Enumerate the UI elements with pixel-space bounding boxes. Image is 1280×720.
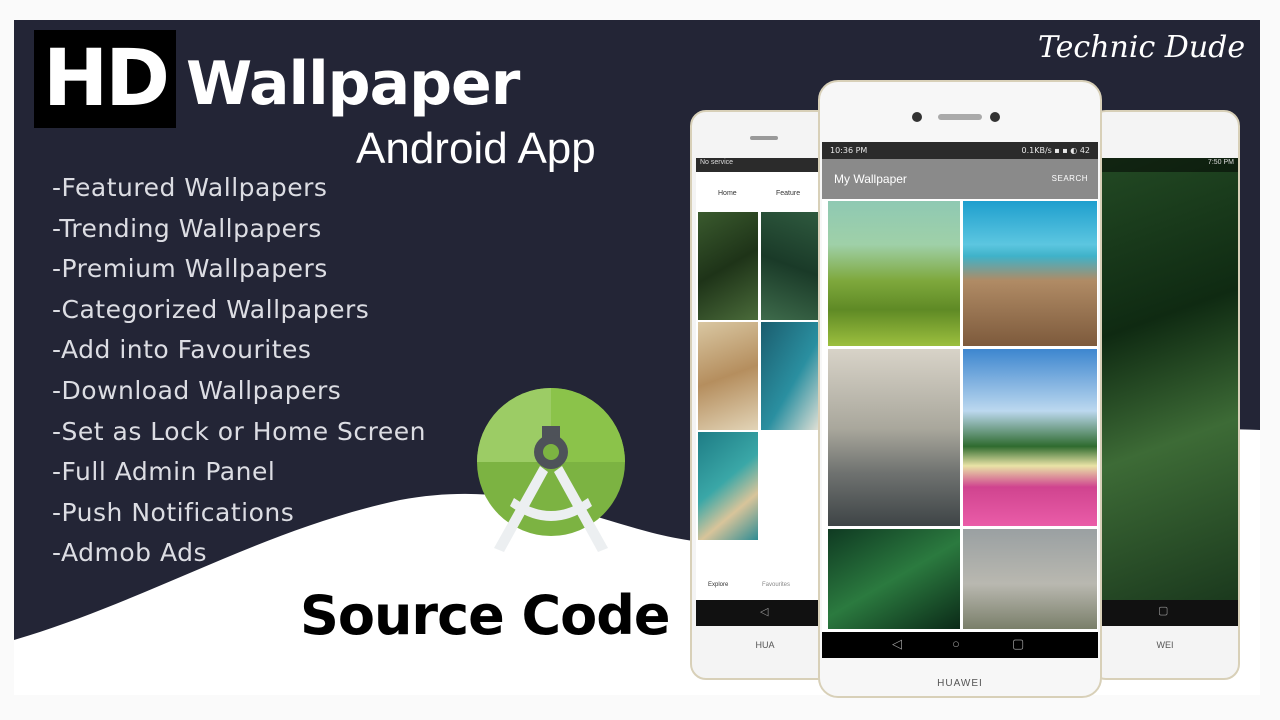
wallpaper-rice-terraces[interactable] [828,201,960,346]
wallpaper-thumb[interactable] [698,432,758,540]
recents-icon[interactable]: ▢ [1012,636,1024,652]
status-time: 7:50 PM [1207,159,1234,166]
camera-icon [912,112,922,122]
source-code-caption: Source Code [300,584,671,647]
phone-right: 7:50 PM ▢ WEI [1090,110,1240,680]
feature-item: -Admob Ads [52,538,208,568]
phone-brand: HUAWEI [937,678,983,689]
wallpaper-landscape[interactable] [963,529,1097,629]
wallpaper-monstera[interactable] [828,529,960,629]
android-studio-icon [477,388,625,552]
earpiece [938,114,982,120]
feature-item: -Set as Lock or Home Screen [52,416,427,446]
wallpaper-flower-field[interactable] [963,349,1097,526]
wallpaper-thumb[interactable] [698,322,758,430]
feature-item: -Full Admin Panel [52,457,276,487]
bottom-tab-favourites[interactable]: Favourites [762,582,790,588]
wallpaper-thumb[interactable] [698,212,758,320]
phone-brand: HUA [755,640,775,650]
feature-item: -Premium Wallpapers [52,254,328,284]
tab-feature[interactable]: Feature [776,190,800,197]
status-icons: 0.1KB/s ▪ ▪ ◐ 42 [1021,146,1091,155]
wallpaper-foggy-road[interactable] [828,349,960,526]
status-bar: No service [696,158,838,172]
nav-bar: ◁ ○ ▢ [822,632,1098,658]
bottom-tab-explore[interactable]: Explore [708,582,728,588]
tab-home[interactable]: Home [718,190,737,197]
search-button[interactable]: SEARCH [1052,159,1088,199]
status-text: No service [700,159,734,166]
earpiece [750,136,778,140]
app-title: My Wallpaper [834,172,907,186]
status-time: 10:36 PM [830,146,868,155]
feature-item: -Push Notifications [52,497,295,527]
phone-center-screen: 10:36 PM 0.1KB/s ▪ ▪ ◐ 42 My Wallpaper S… [822,142,1098,658]
hd-label: HD [42,34,170,124]
feature-item: -Add into Favourites [52,335,312,365]
status-bar: 7:50 PM [1098,158,1238,172]
nav-bar: ◁ [696,600,838,626]
phone-left-screen: No service Home Feature Explore Favourit… [696,158,838,626]
nav-bar: ▢ [1098,600,1238,626]
title-subtitle: Android App [356,124,596,173]
hd-badge: HD [34,30,176,128]
phone-center: 10:36 PM 0.1KB/s ▪ ▪ ◐ 42 My Wallpaper S… [818,80,1102,698]
channel-brand: Technic Dude [1038,30,1246,65]
wallpaper-thumb[interactable] [761,212,821,320]
feature-item: -Download Wallpapers [52,375,342,405]
status-bar: 10:36 PM 0.1KB/s ▪ ▪ ◐ 42 [822,142,1098,159]
banner: HD Wallpaper Android App Technic Dude -F… [0,0,1280,720]
home-icon[interactable]: ○ [952,636,960,651]
phone-right-screen: 7:50 PM ▢ [1098,158,1238,626]
back-icon[interactable]: ◁ [760,605,768,618]
feature-list: -Featured Wallpapers -Trending Wallpaper… [52,170,426,576]
feature-item: -Featured Wallpapers [52,173,328,202]
phone-brand: WEI [1156,640,1174,650]
wallpaper-pier[interactable] [963,201,1097,346]
back-icon[interactable]: ◁ [892,636,902,652]
app-bar: My Wallpaper SEARCH [822,159,1098,199]
sensor-icon [990,112,1000,122]
recents-icon[interactable]: ▢ [1158,604,1168,617]
wallpaper-thumb[interactable] [761,322,821,430]
feature-item: -Categorized Wallpapers [52,294,370,324]
title-wallpaper: Wallpaper [186,49,520,119]
feature-item: -Trending Wallpapers [52,213,322,243]
